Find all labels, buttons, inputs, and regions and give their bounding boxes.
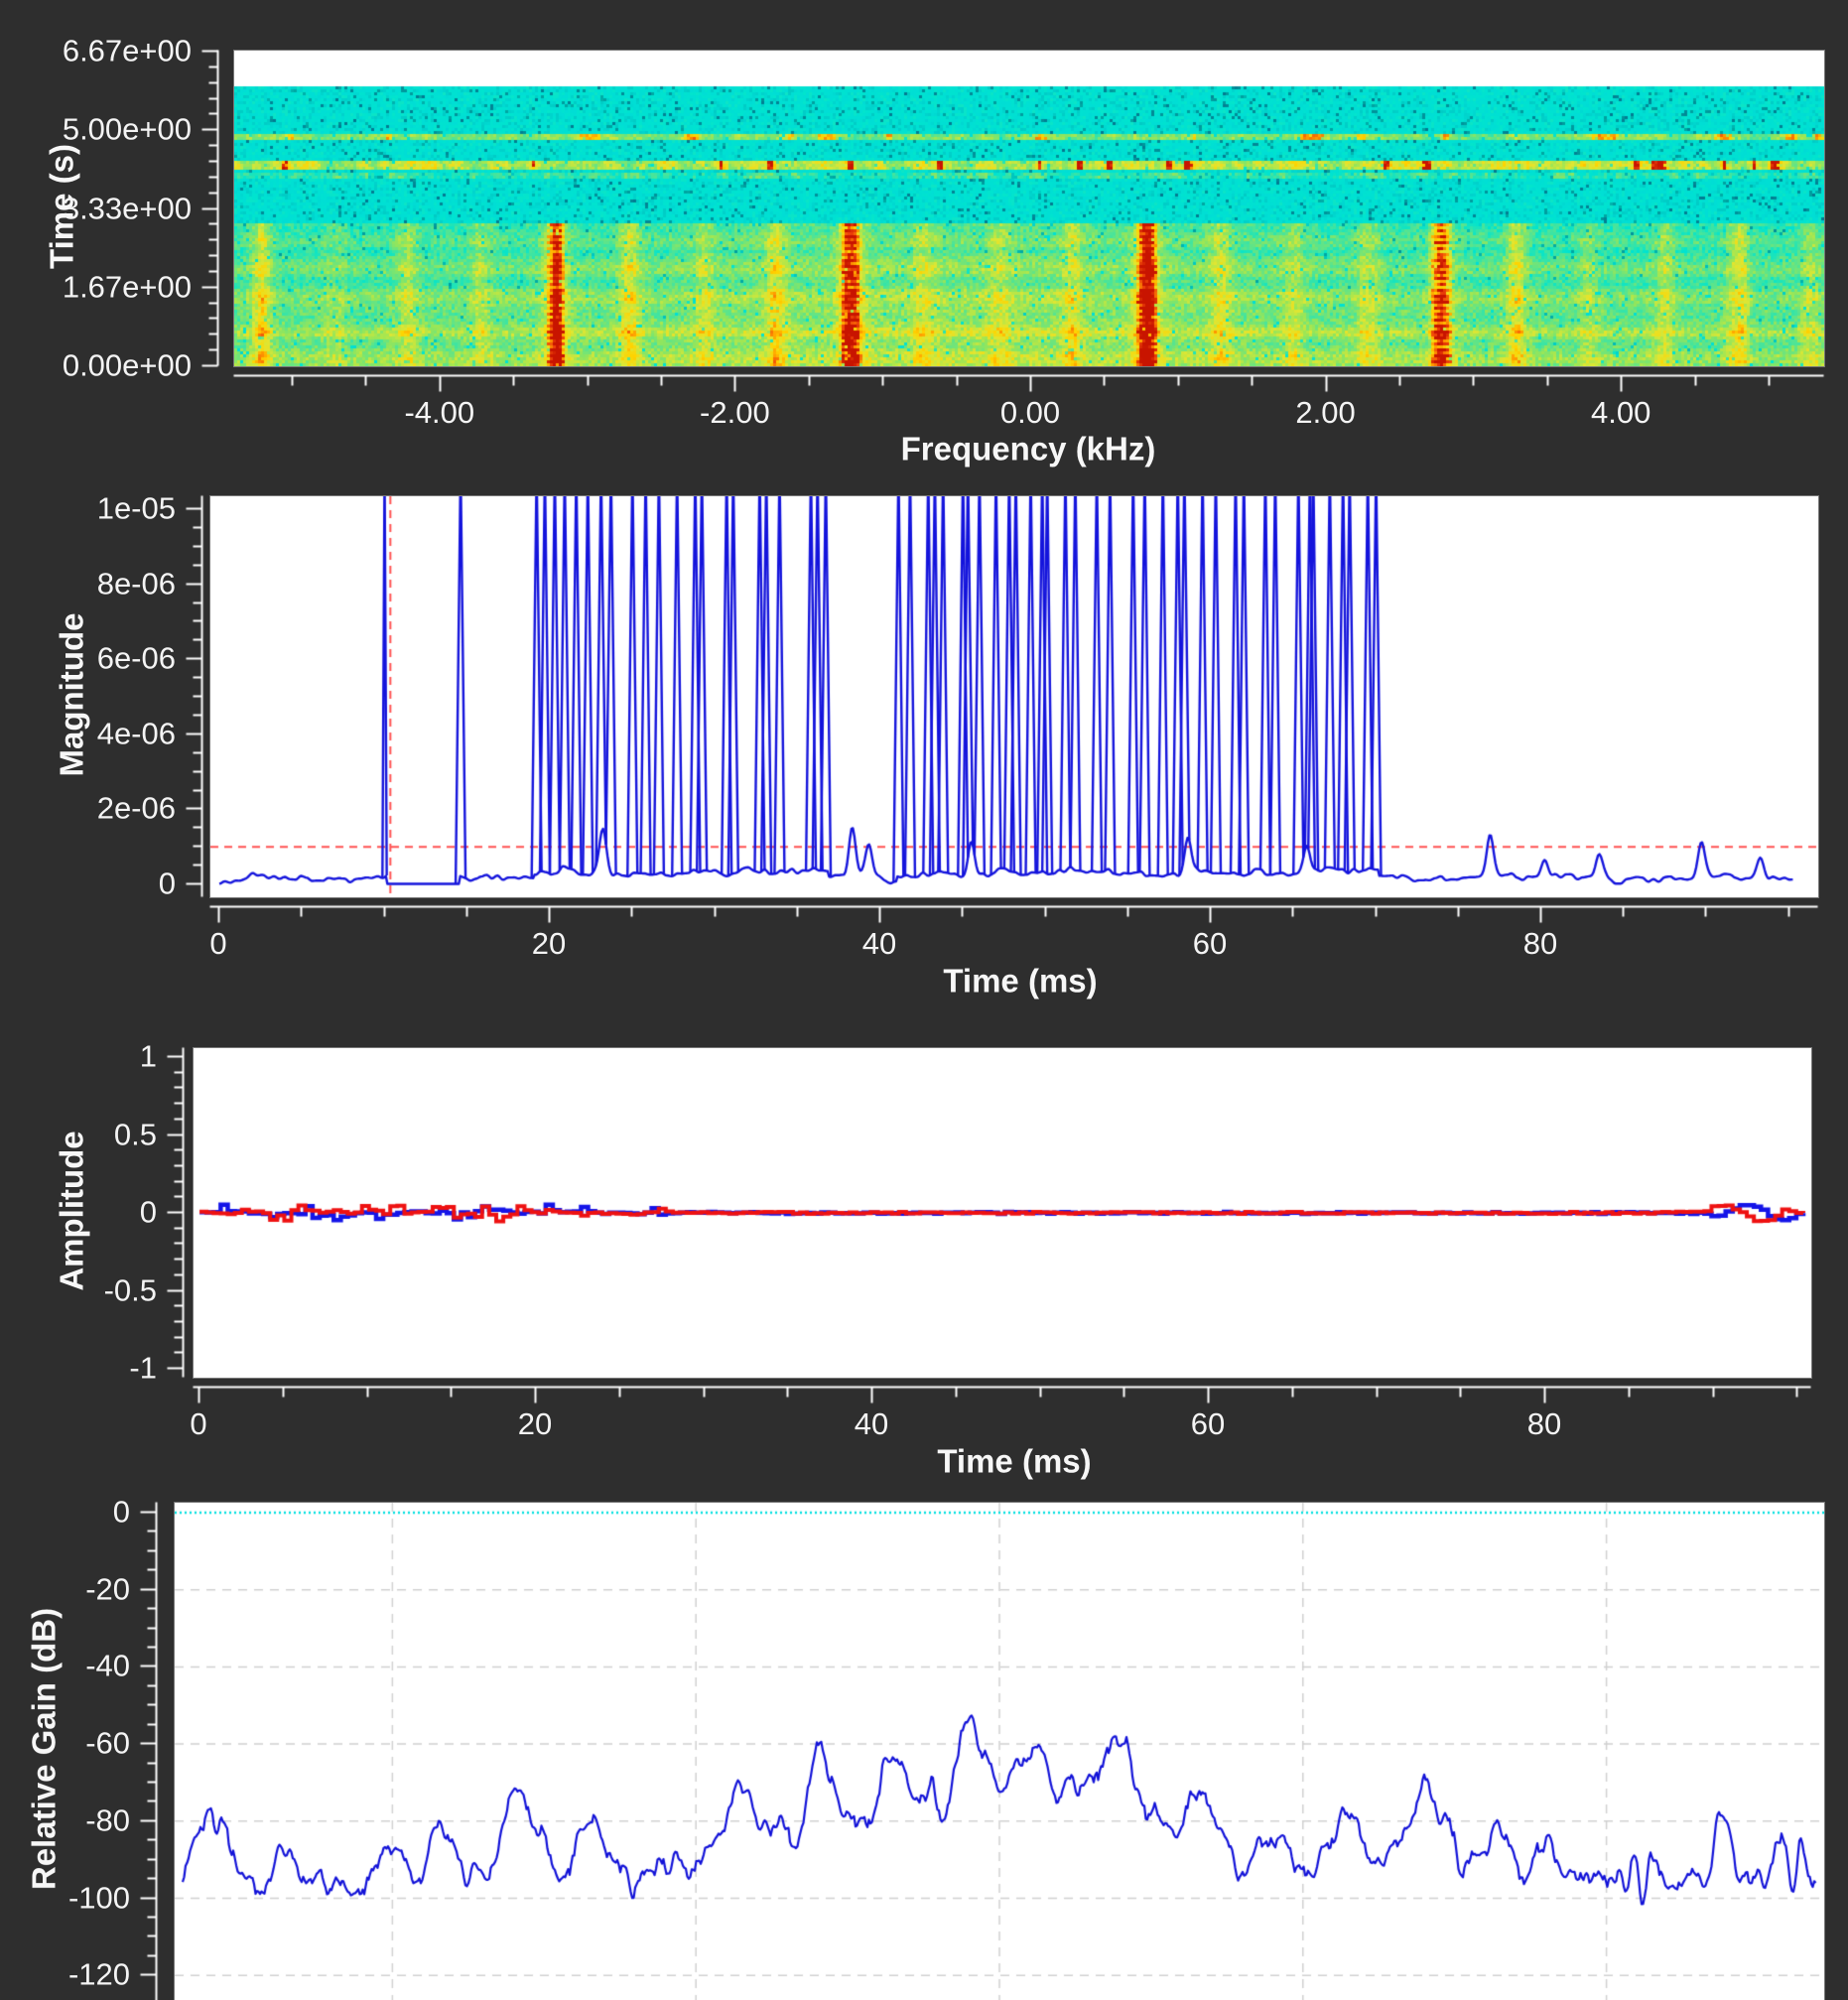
spectrogram-ytick-label: 0.00e+00	[0, 350, 192, 381]
amplitude-ytick-label: 0	[0, 1197, 157, 1228]
spectrogram-plot[interactable]	[233, 50, 1825, 367]
amplitude-xtick-label: 60	[1109, 1408, 1307, 1439]
spectrogram-ytick-label: 5.00e+00	[0, 114, 192, 145]
signal-analysis-figure: Time (s) Frequency (kHz) Magnitude Time …	[0, 0, 1848, 2000]
magnitude-xlabel: Time (ms)	[943, 965, 1097, 998]
relative_gain-ytick-label: -60	[0, 1728, 130, 1759]
spectrogram-xtick-label: 2.00	[1227, 397, 1425, 428]
spectrogram-xtick-label: 4.00	[1521, 397, 1720, 428]
magnitude-ytick-label: 6e-06	[0, 643, 176, 674]
relative_gain-ytick-label: -100	[0, 1882, 130, 1913]
magnitude-xtick-label: 0	[119, 928, 318, 959]
magnitude-ylabel: Magnitude	[56, 613, 88, 777]
relative-gain-plot[interactable]	[174, 1502, 1825, 2000]
amplitude-ytick-label: 1	[0, 1041, 157, 1072]
magnitude-xtick-label: 20	[450, 928, 648, 959]
magnitude-ytick-label: 1e-05	[0, 493, 176, 524]
amplitude-plot[interactable]	[193, 1047, 1812, 1379]
spectrogram-ytick-label: 6.67e+00	[0, 36, 192, 67]
relative_gain-ytick-label: -80	[0, 1804, 130, 1835]
relative_gain-ytick-label: -20	[0, 1573, 130, 1604]
magnitude-plot[interactable]	[209, 495, 1819, 898]
spectrogram-ytick-label: 3.33e+00	[0, 193, 192, 223]
magnitude-xtick-label: 40	[780, 928, 979, 959]
amplitude-xtick-label: 80	[1445, 1408, 1644, 1439]
magnitude-xtick-label: 80	[1441, 928, 1640, 959]
amplitude-xlabel: Time (ms)	[937, 1445, 1091, 1478]
magnitude-ytick-label: 8e-06	[0, 568, 176, 599]
amplitude-ytick-label: -0.5	[0, 1274, 157, 1305]
magnitude-ytick-label: 4e-06	[0, 718, 176, 748]
amplitude-xtick-label: 40	[772, 1408, 971, 1439]
relative_gain-ytick-label: -120	[0, 1959, 130, 1990]
amplitude-ytick-label: -1	[0, 1353, 157, 1384]
spectrogram-xtick-label: -4.00	[340, 397, 539, 428]
relative_gain-ytick-label: -40	[0, 1651, 130, 1681]
spectrogram-xtick-label: -2.00	[635, 397, 834, 428]
spectrogram-ytick-label: 1.67e+00	[0, 271, 192, 302]
spectrogram-xlabel: Frequency (kHz)	[901, 433, 1156, 466]
spectrogram-xtick-label: 0.00	[931, 397, 1129, 428]
magnitude-ytick-label: 2e-06	[0, 793, 176, 824]
amplitude-xtick-label: 20	[436, 1408, 634, 1439]
magnitude-xtick-label: 60	[1111, 928, 1309, 959]
magnitude-ytick-label: 0	[0, 868, 176, 899]
amplitude-xtick-label: 0	[99, 1408, 298, 1439]
relative_gain-ytick-label: 0	[0, 1497, 130, 1528]
amplitude-ytick-label: 0.5	[0, 1119, 157, 1149]
